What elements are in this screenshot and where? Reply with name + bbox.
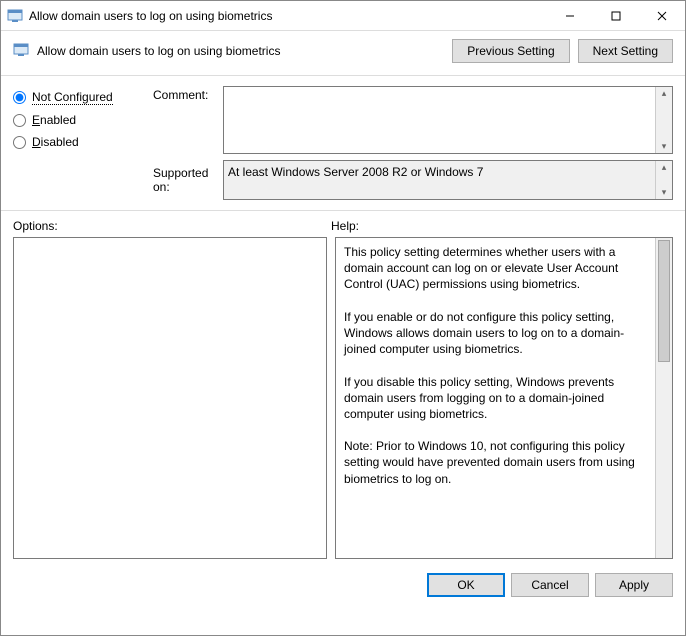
previous-setting-button[interactable]: Previous Setting — [452, 39, 569, 63]
radio-disabled-input[interactable] — [13, 136, 26, 149]
help-scrollbar[interactable] — [655, 238, 672, 558]
state-radio-group: Not Configured Enabled Disabled — [13, 86, 153, 154]
comment-label: Comment: — [153, 86, 223, 102]
app-icon — [7, 8, 23, 24]
radio-label: Not Configured — [32, 90, 113, 105]
comment-field[interactable]: ▴ ▾ — [223, 86, 673, 154]
comment-scrollbar[interactable]: ▴ ▾ — [655, 87, 672, 153]
radio-enabled[interactable]: Enabled — [13, 109, 153, 131]
radio-not-configured[interactable]: Not Configured — [13, 86, 153, 109]
radio-disabled[interactable]: Disabled — [13, 131, 153, 153]
options-panel — [13, 237, 327, 559]
supported-row: Supported on: At least Windows Server 20… — [1, 158, 685, 211]
radio-label: Disabled — [32, 135, 79, 149]
supported-scrollbar[interactable]: ▴ ▾ — [655, 161, 672, 199]
title-bar: Allow domain users to log on using biome… — [1, 1, 685, 31]
scroll-down-icon[interactable]: ▾ — [656, 140, 672, 153]
options-label: Options: — [13, 219, 331, 233]
panels: This policy setting determines whether u… — [1, 237, 685, 567]
scroll-up-icon[interactable]: ▴ — [656, 161, 672, 174]
supported-on-text: At least Windows Server 2008 R2 or Windo… — [224, 161, 655, 199]
policy-title: Allow domain users to log on using biome… — [37, 44, 444, 58]
apply-button[interactable]: Apply — [595, 573, 673, 597]
window-title: Allow domain users to log on using biome… — [29, 9, 547, 23]
scroll-down-icon[interactable]: ▾ — [656, 186, 672, 199]
scroll-up-icon[interactable]: ▴ — [656, 87, 672, 100]
help-label: Help: — [331, 219, 359, 233]
supported-on-field: At least Windows Server 2008 R2 or Windo… — [223, 160, 673, 200]
next-setting-button[interactable]: Next Setting — [578, 39, 673, 63]
ok-button[interactable]: OK — [427, 573, 505, 597]
config-area: Not Configured Enabled Disabled Comment:… — [1, 76, 685, 158]
policy-header: Allow domain users to log on using biome… — [1, 31, 685, 76]
minimize-button[interactable] — [547, 1, 593, 31]
dialog-footer: OK Cancel Apply — [1, 567, 685, 607]
help-text: This policy setting determines whether u… — [336, 238, 655, 558]
radio-not-configured-input[interactable] — [13, 91, 26, 104]
radio-label: Enabled — [32, 113, 76, 127]
help-panel: This policy setting determines whether u… — [335, 237, 673, 559]
policy-icon — [13, 42, 29, 61]
comment-textarea[interactable] — [224, 87, 655, 153]
radio-enabled-input[interactable] — [13, 114, 26, 127]
maximize-button[interactable] — [593, 1, 639, 31]
supported-label: Supported on: — [153, 160, 223, 200]
panels-header: Options: Help: — [1, 211, 685, 237]
cancel-button[interactable]: Cancel — [511, 573, 589, 597]
close-button[interactable] — [639, 1, 685, 31]
